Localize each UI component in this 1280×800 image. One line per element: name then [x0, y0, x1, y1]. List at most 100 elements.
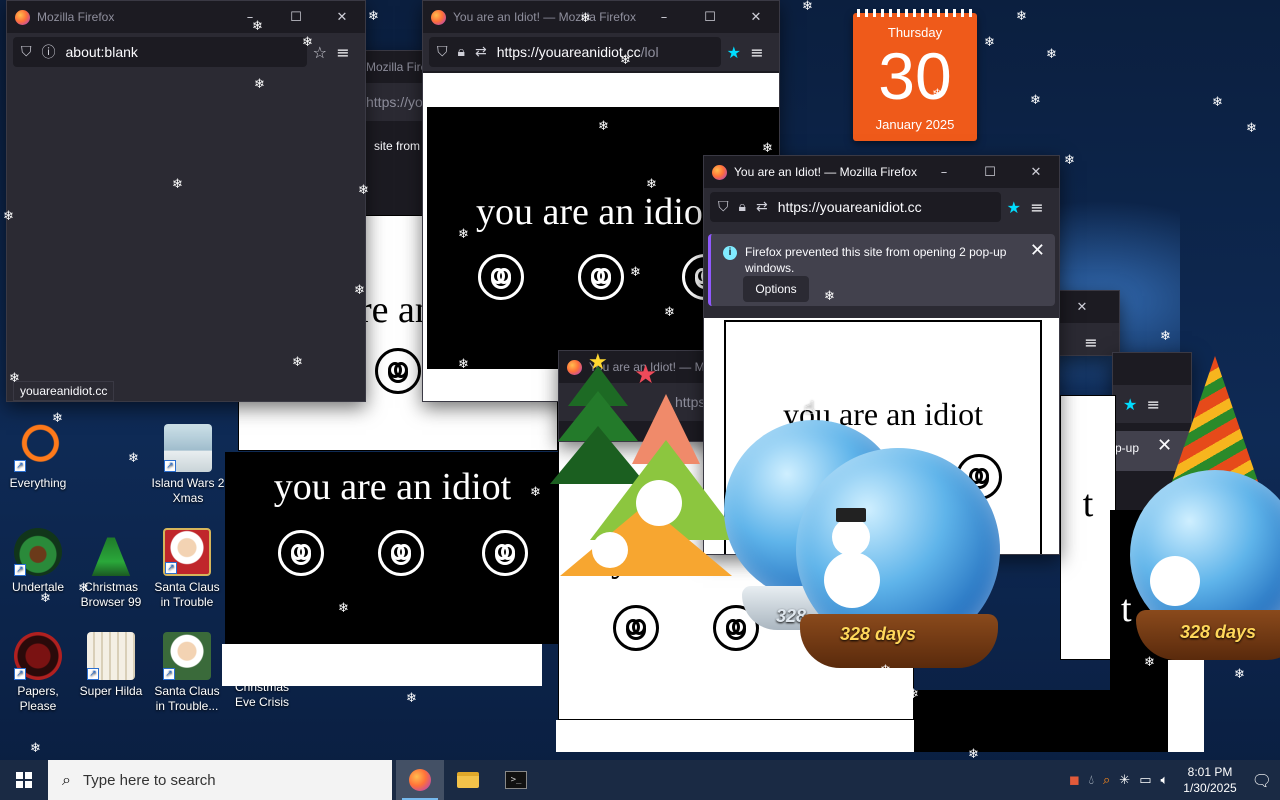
- desktop-icon-christmas-browser-99[interactable]: Christmas Browser 99: [73, 528, 149, 610]
- info-icon[interactable]: ⓘ: [42, 42, 56, 62]
- lock-icon[interactable]: 🔒︎: [739, 199, 746, 215]
- desktop-icon-island-wars-2-xmas[interactable]: ↗ Island Wars 2 Xmas: [150, 424, 226, 506]
- snowflake: ❄: [172, 177, 183, 192]
- snowflake: ❄: [78, 581, 89, 596]
- permissions-icon[interactable]: ⇄: [756, 199, 768, 215]
- desktop-icon-super-hilda[interactable]: ↗ Super Hilda: [73, 632, 149, 699]
- snowflake: ❄: [368, 9, 379, 24]
- lock-icon[interactable]: 🔒︎: [458, 44, 465, 60]
- window-titlebar: You are an Idiot! — Mozilla Firefox – ☐ …: [704, 156, 1059, 188]
- url-text[interactable]: https://you: [366, 94, 424, 110]
- hamburger-menu-icon[interactable]: ≡: [1021, 198, 1053, 217]
- close-button[interactable]: ✕: [1059, 291, 1105, 323]
- maximize-button[interactable]: ☐: [967, 156, 1013, 188]
- desktop-icon-santa-claus-in-trouble[interactable]: ↗ Santa Claus in Trouble: [149, 528, 225, 610]
- firefox-logo-icon: [15, 9, 30, 25]
- firefox-logo-icon: [431, 9, 446, 25]
- desktop-icon-everything[interactable]: ↗ Everything: [0, 424, 76, 491]
- firefox-window-right-back[interactable]: ✕ ≡: [1050, 290, 1120, 356]
- maximize-button[interactable]: ☐: [273, 1, 319, 33]
- hamburger-menu-icon[interactable]: ≡: [1137, 395, 1169, 414]
- bookmark-star-icon[interactable]: ★: [1007, 198, 1021, 217]
- minimize-button[interactable]: –: [227, 1, 273, 33]
- snowflake: ❄: [338, 601, 349, 616]
- close-button[interactable]: ✕: [319, 1, 365, 33]
- bookmark-star-icon[interactable]: ★: [1123, 395, 1137, 414]
- navigation-bar: ≡: [1051, 323, 1119, 355]
- snowflake: ❄: [1246, 121, 1257, 136]
- bookmark-star-icon[interactable]: ☆: [313, 43, 327, 62]
- notifications-icon[interactable]: 🗨︎: [1252, 771, 1272, 790]
- hamburger-menu-icon[interactable]: ≡: [741, 43, 773, 62]
- permissions-icon[interactable]: ⇄: [475, 44, 487, 60]
- snowflake: ❄: [908, 687, 919, 702]
- calendar-day-number: 30: [878, 39, 952, 113]
- tree-ornament-hole: [592, 532, 628, 568]
- taskbar-firefox[interactable]: [396, 760, 444, 800]
- snowflake: ❄: [254, 77, 265, 92]
- desktop-icon-papers-please[interactable]: ↗ Papers, Please: [0, 632, 76, 714]
- snowflake: ❄: [932, 87, 943, 102]
- desktop: ↗ Everything ↗ Island Wars 2 Xmas ↗ Unde…: [0, 0, 1280, 760]
- shortcut-arrow-icon: ↗: [164, 460, 176, 472]
- smiley-icon: [482, 530, 528, 576]
- minimize-button[interactable]: –: [921, 156, 967, 188]
- bookmark-star-icon[interactable]: ★: [727, 43, 741, 62]
- desktop-icon-santa-claus-in-trouble-2[interactable]: ↗ Santa Claus in Trouble...: [149, 632, 225, 714]
- snowflake: ❄: [1064, 153, 1075, 168]
- system-tray: ◼ 💧︎ ⌕ ✳ ▭ 🔈︎ 8:01 PM 1/30/2025 🗨︎: [1069, 764, 1280, 796]
- window-titlebar: Mozilla Firefox – ☐ ✕: [7, 1, 365, 33]
- desktop-icon-label: Super Hilda: [79, 684, 143, 698]
- snowflake: ❄: [530, 485, 541, 500]
- hamburger-menu-icon[interactable]: ≡: [327, 43, 359, 62]
- tray-app-icon[interactable]: ◼: [1069, 773, 1080, 788]
- minimize-button[interactable]: –: [641, 1, 687, 33]
- url-bar[interactable]: ⛉ 🔒︎ ⇄ https://youareanidiot.cc/lol: [429, 37, 721, 67]
- taskbar-search-box[interactable]: ⌕ Type here to search: [48, 760, 392, 800]
- start-button[interactable]: [0, 760, 48, 800]
- close-notification-icon[interactable]: ✕: [1030, 240, 1045, 261]
- taskbar-file-explorer[interactable]: [444, 760, 492, 800]
- close-notice-icon[interactable]: ✕: [1157, 435, 1172, 456]
- shield-icon[interactable]: ⛉: [21, 44, 32, 60]
- status-link-preview: youareanidiot.cc: [13, 381, 115, 401]
- tree-star-icon: ★: [588, 350, 608, 375]
- url-bar[interactable]: ⛉ ⓘ about:blank: [13, 37, 307, 67]
- everything-app-icon: ↗: [14, 424, 62, 472]
- idiot-page-black-lower: [914, 690, 1170, 752]
- desktop-icon-label: Island Wars 2 Xmas: [151, 476, 225, 505]
- undertale-app-icon: ↗: [14, 528, 62, 576]
- maximize-button[interactable]: ☐: [687, 1, 733, 33]
- taskbar-clock[interactable]: 8:01 PM 1/30/2025: [1177, 764, 1242, 796]
- volume-muted-icon[interactable]: 🔈︎: [1160, 773, 1168, 788]
- smiley-icon: [378, 530, 424, 576]
- snowflake: ❄: [3, 209, 14, 224]
- network-icon[interactable]: ▭: [1139, 773, 1151, 788]
- url-bar[interactable]: ⛉ 🔒︎ ⇄ https://youareanidiot.cc: [710, 192, 1001, 222]
- close-button[interactable]: ✕: [733, 1, 779, 33]
- firefox-window-blank[interactable]: Mozilla Firefox – ☐ ✕ ⛉ ⓘ about:blank ☆ …: [6, 0, 366, 402]
- snowflake: ❄: [9, 371, 20, 386]
- hamburger-menu-icon[interactable]: ≡: [1075, 333, 1107, 352]
- shield-icon[interactable]: ⛉: [718, 199, 729, 215]
- tray-droplet-icon[interactable]: 💧︎: [1089, 773, 1094, 788]
- calendar-month-year: January 2025: [875, 117, 955, 132]
- christmas-browser-app-icon: [91, 528, 131, 576]
- shield-icon[interactable]: ⛉: [437, 44, 448, 60]
- close-button[interactable]: ✕: [1013, 156, 1059, 188]
- options-button[interactable]: Options: [743, 276, 809, 302]
- desktop-icon-undertale[interactable]: ↗ Undertale: [0, 528, 76, 595]
- calendar-gadget[interactable]: Thursday 30 January 2025: [853, 9, 977, 141]
- santa-claus-app-icon: ↗: [163, 528, 211, 576]
- calendar-rings: [857, 9, 973, 17]
- navigation-bar: ★ ≡: [1113, 385, 1191, 423]
- shortcut-arrow-icon: ↗: [87, 668, 99, 680]
- snowman-head: [832, 518, 870, 556]
- navigation-bar: ⛉ 🔒︎ ⇄ https://youareanidiot.cc ★ ≡: [704, 188, 1059, 226]
- window-titlebar: You are an Idiot! — Mozilla Firefox – ☐ …: [423, 1, 779, 33]
- triangle-tree-decoration: ★: [560, 360, 742, 586]
- desktop-icon-label: Papers, Please: [17, 684, 59, 713]
- tray-snowflake-icon[interactable]: ✳: [1119, 773, 1130, 788]
- tray-search-everything-icon[interactable]: ⌕: [1103, 773, 1110, 788]
- taskbar-terminal[interactable]: >_: [492, 760, 540, 800]
